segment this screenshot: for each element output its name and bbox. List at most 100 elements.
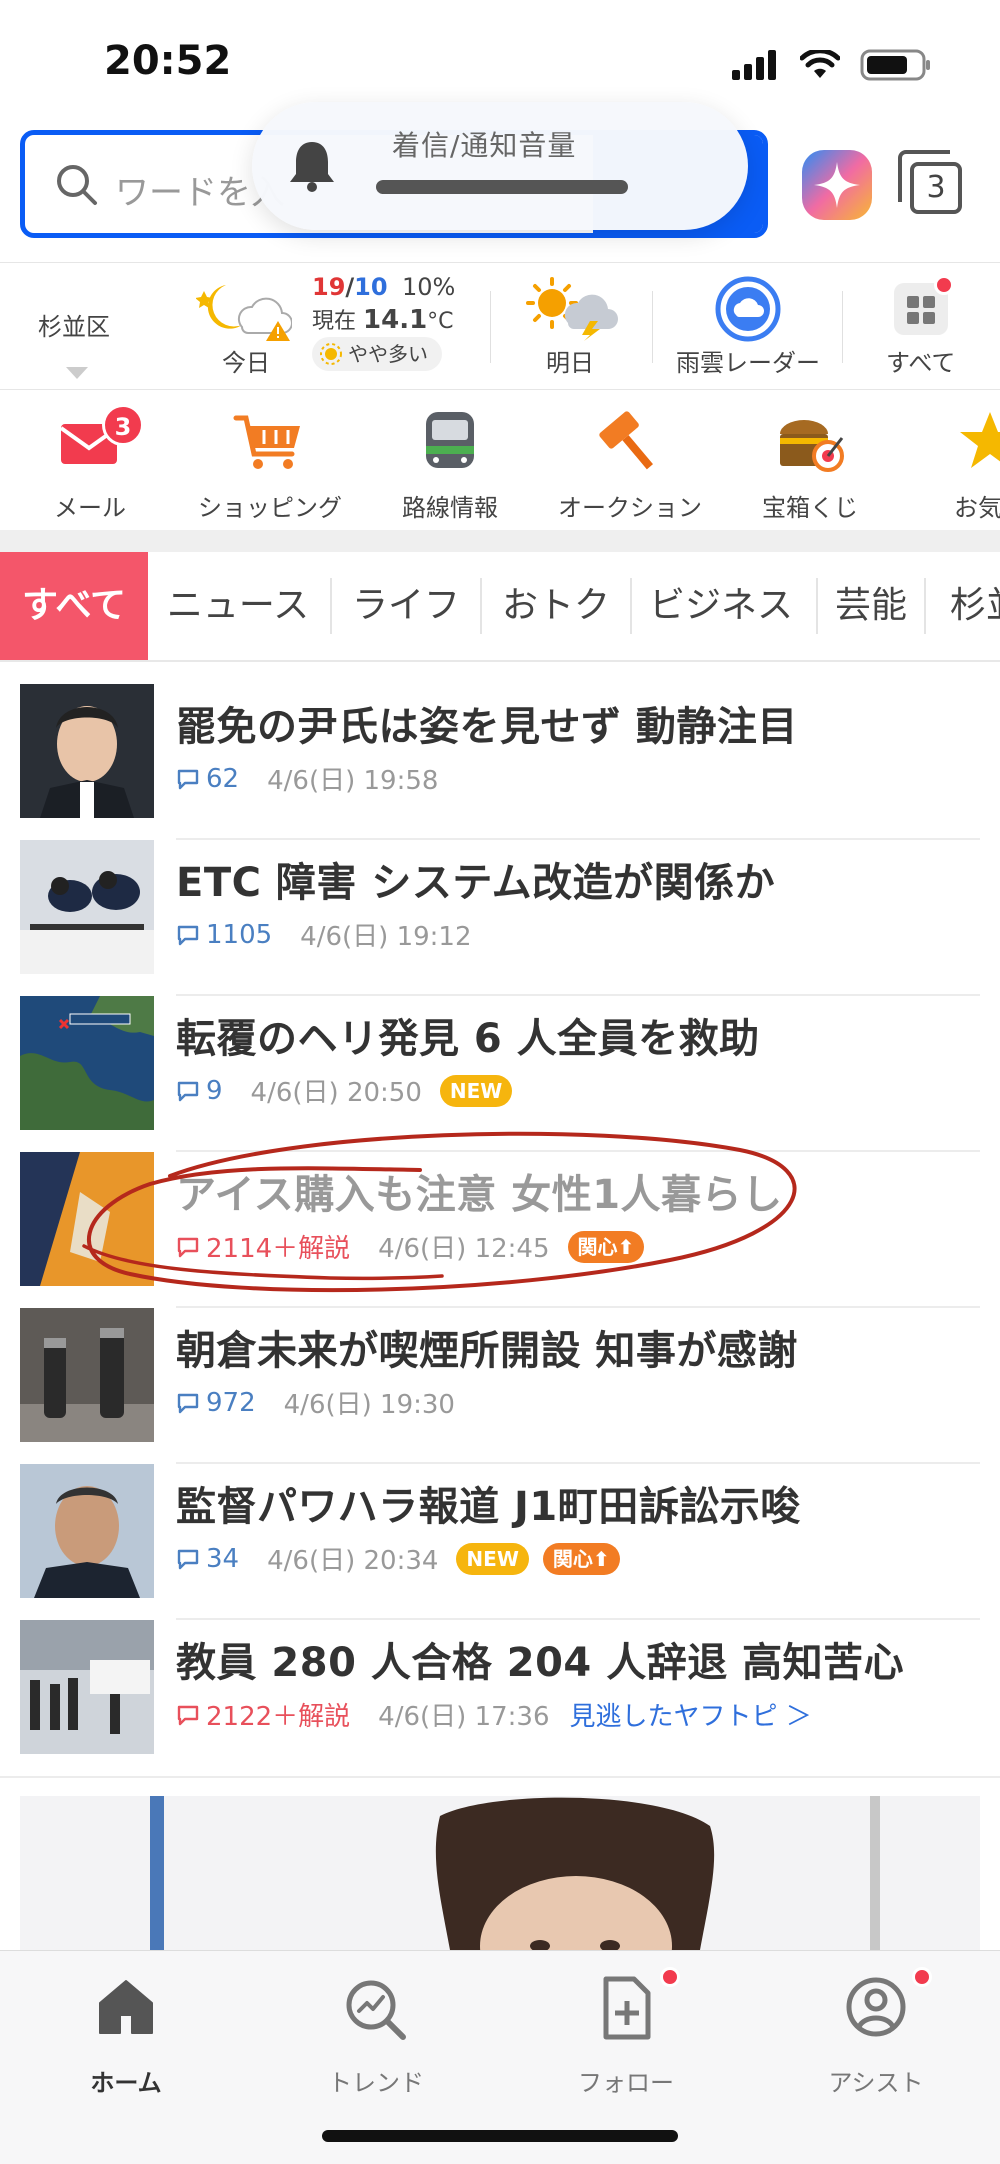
rain-radar-icon[interactable] — [714, 275, 782, 343]
ad-banner[interactable] — [20, 1796, 980, 1950]
ai-assistant-icon[interactable] — [802, 150, 872, 220]
comment-icon — [177, 1705, 199, 1725]
comment-count-value: 34 — [206, 1543, 240, 1574]
comment-count[interactable]: 62 — [176, 764, 239, 794]
comment-count-value: 972 — [206, 1387, 256, 1418]
service-shopping[interactable]: ショッピング — [180, 392, 360, 530]
weather-row: 杉並区 今日 19/10 10% 現在 14.1°C やや多い 明日 雨雲レーダ… — [0, 262, 1000, 390]
news-meta: 34 4/6(日) 20:34 NEW 関心⬆ — [176, 1540, 620, 1577]
nav-label: アシスト — [828, 2069, 924, 2097]
search-icon — [57, 165, 97, 205]
news-date: 4/6(日) 19:12 — [300, 922, 472, 952]
tab-business[interactable]: ビジネス — [642, 552, 800, 660]
tab-entertainment[interactable]: 芸能 — [828, 552, 914, 660]
news-meta: 1105 4/6(日) 19:12 — [176, 916, 472, 953]
divider — [652, 291, 653, 363]
moon-cloud-icon[interactable] — [196, 279, 292, 343]
tab-deals[interactable]: おトク — [494, 552, 618, 660]
grid-square — [923, 296, 935, 308]
news-date: 4/6(日) 12:45 — [378, 1234, 550, 1264]
service-label: オークション — [558, 494, 702, 522]
news-thumbnail — [20, 1152, 154, 1286]
service-auction[interactable]: オークション — [540, 392, 720, 530]
train-icon — [426, 412, 474, 468]
news-thumbnail — [20, 1620, 154, 1754]
notification-dot — [660, 1967, 680, 1987]
new-badge: NEW — [456, 1542, 529, 1575]
current-temp-prefix: 現在 — [312, 309, 357, 334]
temp-unit: °C — [427, 309, 454, 334]
weather-area[interactable]: 杉並区 — [38, 307, 110, 342]
service-label: ショッピング — [198, 494, 342, 522]
news-item[interactable]: 転覆のヘリ発見 6 人全員を救助 9 4/6(日) 20:50 NEW — [20, 996, 980, 1152]
tab-local[interactable]: 杉並 — [936, 552, 1000, 660]
tab-life[interactable]: ライフ — [344, 552, 468, 660]
grid-square — [923, 312, 935, 324]
news-thumbnail — [20, 1464, 154, 1598]
news-item[interactable]: 朝倉未来が喫煙所開設 知事が感謝 972 4/6(日) 19:30 — [20, 1308, 980, 1464]
news-meta: 2114＋解説 4/6(日) 12:45 関心⬆ — [176, 1228, 645, 1265]
category-tabs: すべて ニュース ライフ おトク ビジネス 芸能 杉並 — [0, 552, 1000, 662]
service-train[interactable]: 路線情報 — [360, 392, 540, 530]
comment-count[interactable]: 2122＋解説 — [176, 1696, 350, 1733]
comment-count[interactable]: 34 — [176, 1544, 239, 1574]
news-thumbnail — [20, 1308, 154, 1442]
tab-count-button[interactable]: 3 — [898, 150, 962, 214]
assist-icon — [846, 1977, 906, 2037]
comment-icon — [177, 1237, 199, 1257]
temp-separator: / — [345, 273, 355, 301]
services-row: 3 メール ショッピング 路線情報 オークション 宝箱くじ お気 — [0, 392, 1000, 530]
comment-count[interactable]: 2114＋解説 — [176, 1228, 350, 1265]
volume-hud: 着信/通知音量 — [252, 102, 748, 230]
news-date: 4/6(日) 17:36 — [378, 1702, 550, 1732]
status-time: 20:52 — [104, 38, 232, 84]
comment-icon — [177, 1081, 199, 1101]
current-temp-value: 14.1 — [363, 305, 428, 335]
news-date: 4/6(日) 20:34 — [267, 1546, 439, 1576]
nav-label: トレンド — [328, 2069, 424, 2097]
sun-thunder-icon[interactable] — [524, 277, 620, 341]
news-item[interactable]: 罷免の尹氏は姿を見せず 動静注目 62 4/6(日) 19:58 — [20, 684, 980, 840]
section-divider — [0, 530, 1000, 552]
weather-tomorrow-label: 明日 — [546, 349, 594, 377]
news-item[interactable]: アイス購入も注意 女性1人暮らし 2114＋解説 4/6(日) 12:45 関心… — [20, 1152, 980, 1308]
service-label: お気に — [954, 494, 1000, 522]
weather-all-label[interactable]: すべて — [886, 343, 955, 378]
tab-divider — [330, 578, 332, 634]
comment-count-value: 2122＋解説 — [206, 1702, 351, 1732]
news-meta: 9 4/6(日) 20:50 NEW — [176, 1072, 513, 1109]
volume-bar — [376, 180, 628, 194]
news-thumbnail — [20, 996, 154, 1130]
rain-radar-label[interactable]: 雨雲レーダー — [676, 343, 820, 378]
comment-count[interactable]: 1105 — [176, 920, 272, 950]
comment-count-value: 9 — [206, 1075, 223, 1106]
tab-news[interactable]: ニュース — [160, 552, 316, 660]
pollen-level: やや多い — [348, 342, 428, 366]
tab-all[interactable]: すべて — [0, 552, 148, 660]
news-meta: 2122＋解説 4/6(日) 17:36 見逃したヤフトピ ＞ — [176, 1696, 812, 1733]
comment-count-value: 2114＋解説 — [206, 1234, 351, 1264]
star-icon — [960, 412, 1000, 468]
service-label: メール — [54, 494, 126, 522]
pollen-sun-icon — [320, 343, 342, 365]
comment-count[interactable]: 972 — [176, 1388, 256, 1418]
service-treasure[interactable]: 宝箱くじ — [720, 392, 900, 530]
news-title: アイス購入も注意 女性1人暮らし — [176, 1172, 783, 1218]
screen: { "status_bar": { "time": "20:52" }, "se… — [0, 0, 1000, 2164]
missed-topics-link[interactable]: 見逃したヤフトピ ＞ — [570, 1696, 812, 1733]
news-item[interactable]: ETC 障害 システム改造が関係か 1105 4/6(日) 19:12 — [20, 840, 980, 996]
battery-icon — [860, 49, 930, 81]
news-date: 4/6(日) 19:30 — [283, 1390, 455, 1420]
service-mail[interactable]: 3 メール — [0, 392, 180, 530]
weather-temperatures: 19/10 10% — [312, 273, 455, 301]
tab-count: 3 — [910, 162, 962, 214]
precip-chance: 10% — [401, 273, 456, 301]
chevron-down-icon[interactable] — [66, 367, 88, 379]
comment-count[interactable]: 9 — [176, 1076, 223, 1106]
temp-high: 19 — [312, 273, 346, 301]
news-item[interactable]: 監督パワハラ報道 J1町田訴訟示唆 34 4/6(日) 20:34 NEW 関心… — [20, 1464, 980, 1620]
news-thumbnail — [20, 684, 154, 818]
news-title: ETC 障害 システム改造が関係か — [176, 860, 776, 906]
service-favorite[interactable]: お気に — [900, 392, 1000, 530]
news-item[interactable]: 教員 280 人合格 204 人辞退 高知苦心 2122＋解説 4/6(日) 1… — [20, 1620, 980, 1776]
